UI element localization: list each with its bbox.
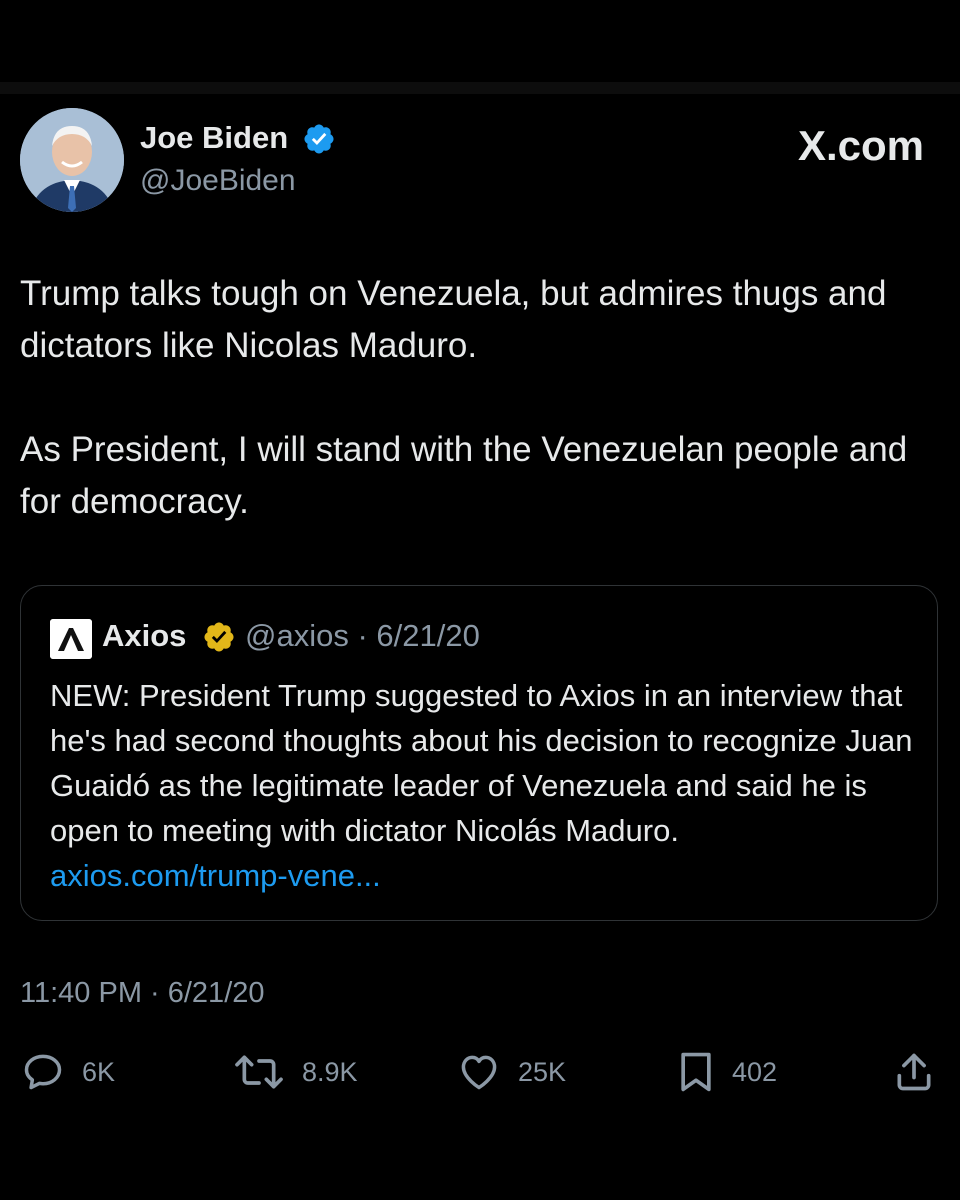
heart-icon — [461, 1055, 497, 1090]
top-divider — [0, 82, 960, 94]
quoted-text-body: NEW: President Trump suggested to Axios … — [50, 678, 913, 848]
retweet-icon — [235, 1055, 283, 1089]
tweet-paragraph: As President, I will stand with the Vene… — [20, 430, 908, 521]
like-count: 25K — [518, 1056, 567, 1087]
verified-badge-icon — [304, 124, 334, 154]
quoted-link[interactable]: axios.com/trump-vene... — [50, 858, 381, 893]
author-name[interactable]: Joe Biden — [140, 120, 288, 156]
meta-separator: · — [357, 618, 368, 653]
reply-button[interactable]: 6K — [20, 1050, 115, 1094]
like-button[interactable]: 25K — [456, 1050, 566, 1094]
bookmark-count: 402 — [732, 1056, 778, 1087]
retweet-count: 8.9K — [302, 1056, 358, 1087]
reply-count: 6K — [82, 1056, 116, 1087]
verified-gold-badge-icon — [204, 622, 234, 652]
quoted-tweet-text: NEW: President Trump suggested to Axios … — [50, 673, 920, 898]
share-icon — [897, 1053, 931, 1091]
quoted-meta: @axios · 6/21/20 — [245, 618, 480, 654]
quoted-author-name[interactable]: Axios — [102, 618, 186, 654]
tweet-paragraph: Trump talks tough on Venezuela, but admi… — [20, 274, 887, 365]
bookmark-icon — [681, 1052, 711, 1092]
bookmark-button[interactable]: 402 — [676, 1050, 777, 1094]
quoted-handle[interactable]: @axios — [245, 618, 349, 653]
tweet-timestamp[interactable]: 11:40 PM · 6/21/20 — [20, 977, 265, 1010]
brand-label: X.com — [797, 122, 924, 169]
share-button[interactable] — [892, 1050, 936, 1094]
quoted-date[interactable]: 6/21/20 — [376, 618, 479, 653]
reply-icon — [24, 1054, 62, 1090]
author-avatar[interactable] — [20, 108, 124, 212]
axios-logo-icon — [50, 619, 92, 659]
retweet-button[interactable]: 8.9K — [232, 1050, 358, 1094]
author-handle[interactable]: @JoeBiden — [140, 164, 296, 198]
avatar-photo-icon — [20, 108, 124, 212]
tweet-text: Trump talks tough on Venezuela, but admi… — [20, 268, 940, 528]
